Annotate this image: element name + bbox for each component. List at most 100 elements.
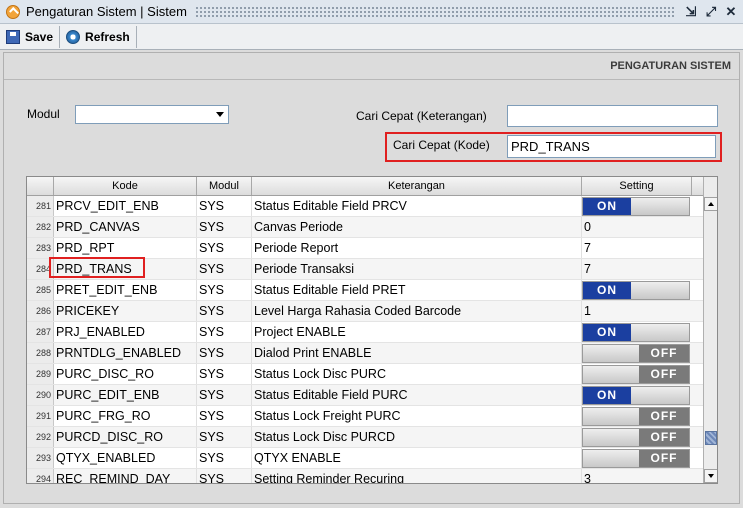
cell-setting[interactable]: OFF <box>582 448 703 468</box>
cell-kode[interactable]: PRNTDLG_ENABLED <box>54 343 197 363</box>
cell-kode[interactable]: PURC_FRG_RO <box>54 406 197 426</box>
table-row[interactable]: 292 PURCD_DISC_RO SYS Status Lock Disc PURC… <box>27 427 703 448</box>
setting-value[interactable]: 1 <box>584 304 591 318</box>
cell-kode[interactable]: PRD_RPT <box>54 238 197 258</box>
cell-setting[interactable]: ON <box>582 196 703 216</box>
cell-modul[interactable]: SYS <box>197 406 252 426</box>
cell-modul[interactable]: SYS <box>197 217 252 237</box>
cell-modul[interactable]: SYS <box>197 448 252 468</box>
cell-modul[interactable]: SYS <box>197 238 252 258</box>
setting-toggle[interactable]: OFF <box>582 344 690 363</box>
cell-modul[interactable]: SYS <box>197 259 252 279</box>
cari-kode-input[interactable]: PRD_TRANS <box>507 135 716 158</box>
vertical-scrollbar[interactable] <box>703 177 717 483</box>
cell-setting[interactable]: OFF <box>582 364 703 384</box>
cell-keterangan[interactable]: Status Lock Disc PURC <box>252 364 582 384</box>
cell-setting[interactable]: ON <box>582 280 703 300</box>
setting-toggle[interactable]: OFF <box>582 407 690 426</box>
cell-kode[interactable]: PURC_DISC_RO <box>54 364 197 384</box>
cell-keterangan[interactable]: Setting Reminder Recuring <box>252 469 582 483</box>
cell-setting[interactable]: 1 <box>582 301 703 321</box>
setting-toggle[interactable]: OFF <box>582 428 690 447</box>
cell-setting[interactable]: ON <box>582 322 703 342</box>
cell-keterangan[interactable]: QTYX ENABLE <box>252 448 582 468</box>
cell-kode[interactable]: PRJ_ENABLED <box>54 322 197 342</box>
cell-kode[interactable]: QTYX_ENABLED <box>54 448 197 468</box>
cell-setting[interactable]: ON <box>582 385 703 405</box>
scroll-down-icon[interactable] <box>704 469 717 483</box>
cell-modul[interactable]: SYS <box>197 364 252 384</box>
cell-keterangan[interactable]: Status Lock Freight PURC <box>252 406 582 426</box>
cell-setting[interactable]: OFF <box>582 343 703 363</box>
cell-keterangan[interactable]: Status Editable Field PRET <box>252 280 582 300</box>
setting-toggle[interactable]: OFF <box>582 365 690 384</box>
setting-value[interactable]: 3 <box>584 472 591 483</box>
cell-kode[interactable]: PRICEKEY <box>54 301 197 321</box>
cell-modul[interactable]: SYS <box>197 469 252 483</box>
maximize-icon[interactable]: ⤢ <box>703 4 719 20</box>
cell-modul[interactable]: SYS <box>197 301 252 321</box>
cari-kode-label: Cari Cepat (Kode) <box>393 138 490 152</box>
setting-value[interactable]: 0 <box>584 220 591 234</box>
table-row[interactable]: 293 QTYX_ENABLED SYS QTYX ENABLE OFF <box>27 448 703 469</box>
header-kode[interactable]: Kode <box>54 177 197 195</box>
cell-setting[interactable]: 0 <box>582 217 703 237</box>
table-row[interactable]: 282 PRD_CANVAS SYS Canvas Periode 0 <box>27 217 703 238</box>
cell-modul[interactable]: SYS <box>197 385 252 405</box>
table-row[interactable]: 291 PURC_FRG_RO SYS Status Lock Freight PUR… <box>27 406 703 427</box>
cell-keterangan[interactable]: Status Editable Field PURC <box>252 385 582 405</box>
table-row[interactable]: 283 PRD_RPT SYS Periode Report 7 <box>27 238 703 259</box>
cell-kode[interactable]: PURC_EDIT_ENB <box>54 385 197 405</box>
cell-modul[interactable]: SYS <box>197 322 252 342</box>
setting-value[interactable]: 7 <box>584 262 591 276</box>
setting-toggle[interactable]: ON <box>582 281 690 300</box>
setting-value[interactable]: 7 <box>584 241 591 255</box>
cell-kode[interactable]: REC_REMIND_DAY <box>54 469 197 483</box>
cell-modul[interactable]: SYS <box>197 196 252 216</box>
modul-select[interactable] <box>75 105 229 124</box>
cell-keterangan[interactable]: Dialod Print ENABLE <box>252 343 582 363</box>
table-row[interactable]: 286 PRICEKEY SYS Level Harga Rahasia Coded … <box>27 301 703 322</box>
cell-keterangan[interactable]: Canvas Periode <box>252 217 582 237</box>
header-modul[interactable]: Modul <box>197 177 252 195</box>
table-row[interactable]: 288 PRNTDLG_ENABLED SYS Dialod Print ENABLE… <box>27 343 703 364</box>
table-row[interactable]: 290 PURC_EDIT_ENB SYS Status Editable Field… <box>27 385 703 406</box>
cell-keterangan[interactable]: Project ENABLE <box>252 322 582 342</box>
cell-setting[interactable]: OFF <box>582 427 703 447</box>
cell-kode[interactable]: PRCV_EDIT_ENB <box>54 196 197 216</box>
table-row[interactable]: 285 PRET_EDIT_ENB SYS Status Editable Field… <box>27 280 703 301</box>
cell-kode[interactable]: PRET_EDIT_ENB <box>54 280 197 300</box>
cell-setting[interactable]: OFF <box>582 406 703 426</box>
cell-keterangan[interactable]: Periode Transaksi <box>252 259 582 279</box>
cell-setting[interactable]: 7 <box>582 259 703 279</box>
table-row[interactable]: 289 PURC_DISC_RO SYS Status Lock Disc PURC O… <box>27 364 703 385</box>
cari-keterangan-input[interactable] <box>507 105 718 127</box>
refresh-button[interactable]: Refresh <box>60 25 137 48</box>
save-button[interactable]: Save <box>0 25 61 48</box>
setting-toggle[interactable]: ON <box>582 386 690 405</box>
table-row[interactable]: 281 PRCV_EDIT_ENB SYS Status Editable Field… <box>27 196 703 217</box>
scroll-up-icon[interactable] <box>704 197 717 211</box>
setting-toggle[interactable]: ON <box>582 323 690 342</box>
cell-setting[interactable]: 3 <box>582 469 703 483</box>
cell-modul[interactable]: SYS <box>197 280 252 300</box>
cell-setting[interactable]: 7 <box>582 238 703 258</box>
cell-kode[interactable]: PURCD_DISC_RO <box>54 427 197 447</box>
title-bar-grip[interactable] <box>194 5 675 18</box>
table-row[interactable]: 287 PRJ_ENABLED SYS Project ENABLE ON <box>27 322 703 343</box>
header-setting[interactable]: Setting <box>582 177 692 195</box>
undock-icon[interactable]: ⇲ <box>683 4 699 20</box>
cell-keterangan[interactable]: Status Editable Field PRCV <box>252 196 582 216</box>
cell-keterangan[interactable]: Periode Report <box>252 238 582 258</box>
header-keterangan[interactable]: Keterangan <box>252 177 582 195</box>
cell-modul[interactable]: SYS <box>197 343 252 363</box>
cell-keterangan[interactable]: Status Lock Disc PURCD <box>252 427 582 447</box>
cell-modul[interactable]: SYS <box>197 427 252 447</box>
setting-toggle[interactable]: ON <box>582 197 690 216</box>
scroll-thumb[interactable] <box>705 431 717 445</box>
cell-kode[interactable]: PRD_CANVAS <box>54 217 197 237</box>
cell-keterangan[interactable]: Level Harga Rahasia Coded Barcode <box>252 301 582 321</box>
close-icon[interactable]: ✕ <box>723 4 739 20</box>
table-row[interactable]: 294 REC_REMIND_DAY SYS Setting Reminder Rec… <box>27 469 703 483</box>
setting-toggle[interactable]: OFF <box>582 449 690 468</box>
